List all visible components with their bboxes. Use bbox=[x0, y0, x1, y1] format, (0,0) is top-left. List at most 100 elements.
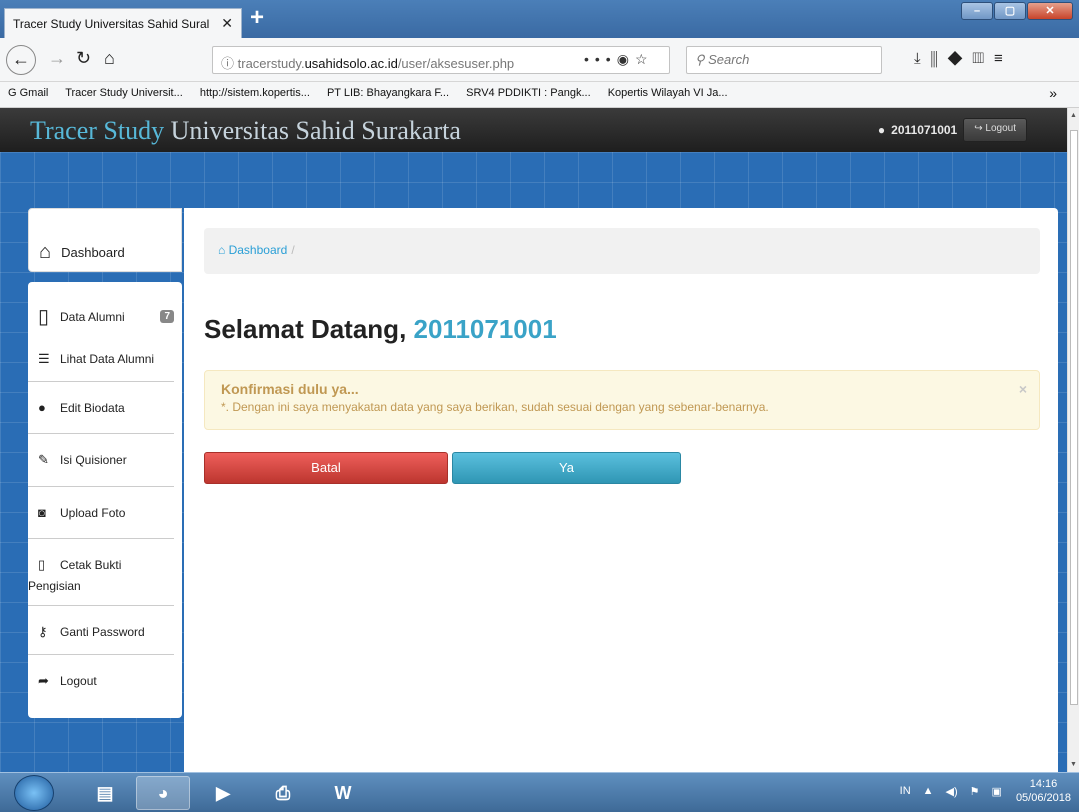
scroll-down-icon[interactable]: ▼ bbox=[1070, 761, 1077, 768]
close-icon[interactable]: × bbox=[1019, 381, 1027, 397]
key-icon: ⚷ bbox=[38, 624, 48, 639]
bookmark-item[interactable]: SRV4 PDDIKTI : Pangk... bbox=[466, 87, 591, 99]
alert-title: Konfirmasi dulu ya... bbox=[221, 381, 359, 397]
sidebar-item-label: Lihat Data Alumni bbox=[60, 352, 155, 366]
bookmarks-bar: G Gmail Tracer Study Universit... http:/… bbox=[0, 82, 1079, 108]
back-icon[interactable]: ← bbox=[6, 45, 36, 75]
maximize-button[interactable]: ▢ bbox=[994, 2, 1026, 20]
bookmark-star-icon[interactable]: ☆ bbox=[635, 51, 654, 67]
sidebar-item-isi-quisioner[interactable]: ✎ Isi Quisioner bbox=[28, 434, 174, 487]
search-icon: ⚲ bbox=[695, 52, 709, 67]
sidebar-item-label: Cetak Bukti bbox=[60, 558, 122, 572]
pdf-icon[interactable]: ⎙ bbox=[256, 776, 310, 810]
logout-top-button[interactable]: ↪ Logout bbox=[963, 118, 1027, 142]
user-box: ● 2011071001 ↪ Logout bbox=[878, 118, 1027, 142]
forward-icon[interactable]: → bbox=[48, 48, 66, 69]
welcome-username: 2011071001 bbox=[413, 314, 557, 344]
file-icon: ▯ bbox=[38, 557, 46, 572]
explorer-icon[interactable]: ▤ bbox=[78, 776, 132, 810]
sidebar-item-dashboard[interactable]: ⌂ Dashboard bbox=[28, 208, 182, 272]
sidebar-item-lihat-data-alumni[interactable]: ☰ Lihat Data Alumni bbox=[28, 339, 174, 382]
library-icon[interactable]: ⫼ bbox=[931, 50, 948, 67]
reload-icon[interactable]: ↻ bbox=[76, 48, 91, 69]
sidebar-item-label: Data Alumni bbox=[60, 309, 125, 324]
sidebar-menu: ▯ Data Alumni 7 ☰ Lihat Data Alumni ● Ed… bbox=[28, 282, 182, 718]
cancel-button[interactable]: Batal bbox=[204, 452, 448, 484]
bookmark-item[interactable]: PT LIB: Bhayangkara F... bbox=[327, 87, 449, 99]
taskbar: ▤ ◕ ▶ ⎙ W IN ▲ ◀) ⚑ ▣ 14:16 05/06/2018 bbox=[0, 772, 1079, 812]
sidebar-item-ganti-password[interactable]: ⚷ Ganti Password bbox=[28, 606, 174, 655]
file-icon: ▯ bbox=[38, 306, 50, 328]
sidebar-item-label: Logout bbox=[60, 674, 97, 688]
logout-top-label: Logout bbox=[985, 123, 1016, 134]
sidebar-item-data-alumni[interactable]: ▯ Data Alumni 7 bbox=[28, 292, 174, 339]
sidebar-item-logout[interactable]: ➦ Logout bbox=[28, 655, 174, 703]
confirmation-alert: Konfirmasi dulu ya... *. Dengan ini saya… bbox=[204, 370, 1040, 430]
word-icon[interactable]: W bbox=[316, 776, 370, 810]
network-icon[interactable]: ▣ bbox=[992, 785, 1002, 798]
window-titlebar: Tracer Study Universitas Sahid Sural ✕ +… bbox=[0, 0, 1079, 38]
firefox-icon[interactable]: ◕ bbox=[136, 776, 190, 810]
url-actions: •••◉☆ bbox=[584, 51, 654, 68]
page-actions-icon[interactable]: ••• bbox=[584, 51, 617, 67]
minimize-button[interactable]: – bbox=[961, 2, 993, 20]
sidebar-item-upload-foto[interactable]: ◙ Upload Foto bbox=[28, 487, 174, 539]
volume-icon[interactable]: ◀) bbox=[946, 785, 958, 798]
clock-time: 14:16 bbox=[1029, 778, 1058, 790]
bookmark-item[interactable]: Tracer Study Universit... bbox=[65, 87, 183, 99]
bookmark-item[interactable]: Kopertis Wilayah VI Ja... bbox=[608, 87, 728, 99]
sidebar-item-label: Ganti Password bbox=[60, 625, 145, 639]
alert-text: *. Dengan ini saya menyakatan data yang … bbox=[221, 400, 769, 414]
ublock-icon[interactable]: ◆ bbox=[948, 50, 973, 67]
user-icon: ● bbox=[877, 123, 886, 137]
bookmark-item[interactable]: http://sistem.kopertis... bbox=[200, 87, 310, 99]
bookmark-item[interactable]: G Gmail bbox=[8, 87, 48, 99]
breadcrumb-dashboard-link[interactable]: Dashboard bbox=[229, 243, 288, 257]
header-username: 2011071001 bbox=[891, 123, 958, 137]
sidebar-icon[interactable]: ▥ bbox=[973, 50, 994, 67]
start-button[interactable] bbox=[14, 775, 54, 811]
language-indicator[interactable]: IN bbox=[900, 785, 911, 797]
sidebar-item-label-wrap: Pengisian bbox=[28, 579, 81, 593]
sidebar-item-edit-biodata[interactable]: ● Edit Biodata bbox=[28, 382, 174, 434]
sidebar-item-label: Edit Biodata bbox=[60, 400, 125, 415]
home-icon: ⌂ bbox=[218, 243, 229, 257]
toolbar-icons: ⤓⫼◆▥≡ bbox=[914, 50, 1013, 67]
info-icon[interactable]: ⓘ bbox=[221, 56, 238, 71]
tab-close-icon[interactable]: ✕ bbox=[221, 15, 233, 32]
download-icon[interactable]: ⤓ bbox=[914, 50, 931, 67]
action-center-icon[interactable]: ⚑ bbox=[970, 785, 980, 798]
share-icon: ➦ bbox=[38, 673, 49, 688]
user-icon: ● bbox=[38, 400, 46, 415]
browser-tab[interactable]: Tracer Study Universitas Sahid Sural ✕ bbox=[4, 8, 242, 38]
close-window-button[interactable]: ✕ bbox=[1027, 2, 1073, 20]
confirm-button[interactable]: Ya bbox=[452, 452, 681, 484]
welcome-prefix: Selamat Datang, bbox=[204, 314, 414, 344]
clock[interactable]: 14:16 05/06/2018 bbox=[1016, 777, 1071, 805]
page-scrollbar[interactable]: ▲ ▼ bbox=[1067, 108, 1079, 772]
camera-icon: ◙ bbox=[38, 505, 46, 520]
brand-prefix: Tracer Study bbox=[30, 116, 165, 145]
edit-icon: ✎ bbox=[38, 452, 49, 467]
pocket-icon[interactable]: ◉ bbox=[617, 51, 635, 67]
scrollbar-thumb[interactable] bbox=[1070, 130, 1078, 705]
sidebar-item-label: Dashboard bbox=[61, 244, 125, 260]
menu-icon[interactable]: ≡ bbox=[994, 50, 1013, 67]
home-icon[interactable]: ⌂ bbox=[104, 48, 115, 69]
tab-title: Tracer Study Universitas Sahid Sural bbox=[13, 17, 210, 31]
sidebar-item-cetak-bukti[interactable]: ▯ Cetak Bukti Pengisian bbox=[28, 539, 174, 606]
new-tab-icon[interactable]: + bbox=[250, 4, 264, 32]
url-prefix: tracerstudy. bbox=[237, 56, 305, 71]
page-viewport: Tracer Study Universitas Sahid Surakarta… bbox=[0, 108, 1067, 772]
search-input[interactable]: ⚲ Search bbox=[686, 46, 882, 74]
media-player-icon[interactable]: ▶ bbox=[196, 776, 250, 810]
bookmarks-overflow-icon[interactable]: » bbox=[1049, 85, 1057, 101]
sidebar: ⌂ Dashboard ▯ Data Alumni 7 ☰ Lihat Data… bbox=[28, 208, 182, 718]
brand-rest: Universitas Sahid Surakarta bbox=[164, 116, 461, 145]
url-path: /user/aksesuser.php bbox=[397, 56, 515, 71]
window-controls: – ▢ ✕ bbox=[960, 2, 1073, 20]
count-badge: 7 bbox=[160, 310, 174, 323]
tray-expand-icon[interactable]: ▲ bbox=[923, 785, 934, 797]
scroll-up-icon[interactable]: ▲ bbox=[1070, 112, 1077, 119]
site-brand[interactable]: Tracer Study Universitas Sahid Surakarta bbox=[30, 116, 461, 146]
